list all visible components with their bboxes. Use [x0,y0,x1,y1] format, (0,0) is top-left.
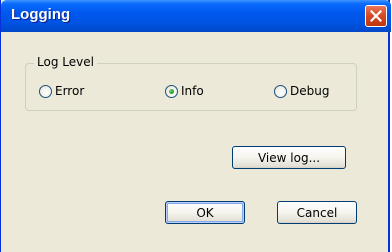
radio-error[interactable]: Error [39,84,84,98]
radio-button[interactable] [274,84,287,98]
radio-selected-dot [169,88,174,94]
view-log-button[interactable]: View log... [232,146,346,169]
close-button[interactable] [365,5,387,27]
cancel-button[interactable]: Cancel [277,201,357,224]
radio-button-selected[interactable] [165,84,178,98]
ok-button[interactable]: OK [165,201,245,224]
window-title: Logging [11,6,71,23]
radio-label-error: Error [55,84,85,98]
radio-label-info: Info [181,84,204,98]
radio-debug[interactable]: Debug [274,84,329,98]
title-bar[interactable]: Logging [1,0,391,32]
close-icon [370,10,382,22]
radio-button[interactable] [39,84,52,98]
radio-info[interactable]: Info [165,84,204,98]
log-level-label: Log Level [34,55,97,69]
logging-dialog: Logging Log Level Error Info Debug View … [0,0,391,252]
radio-label-debug: Debug [290,84,330,98]
